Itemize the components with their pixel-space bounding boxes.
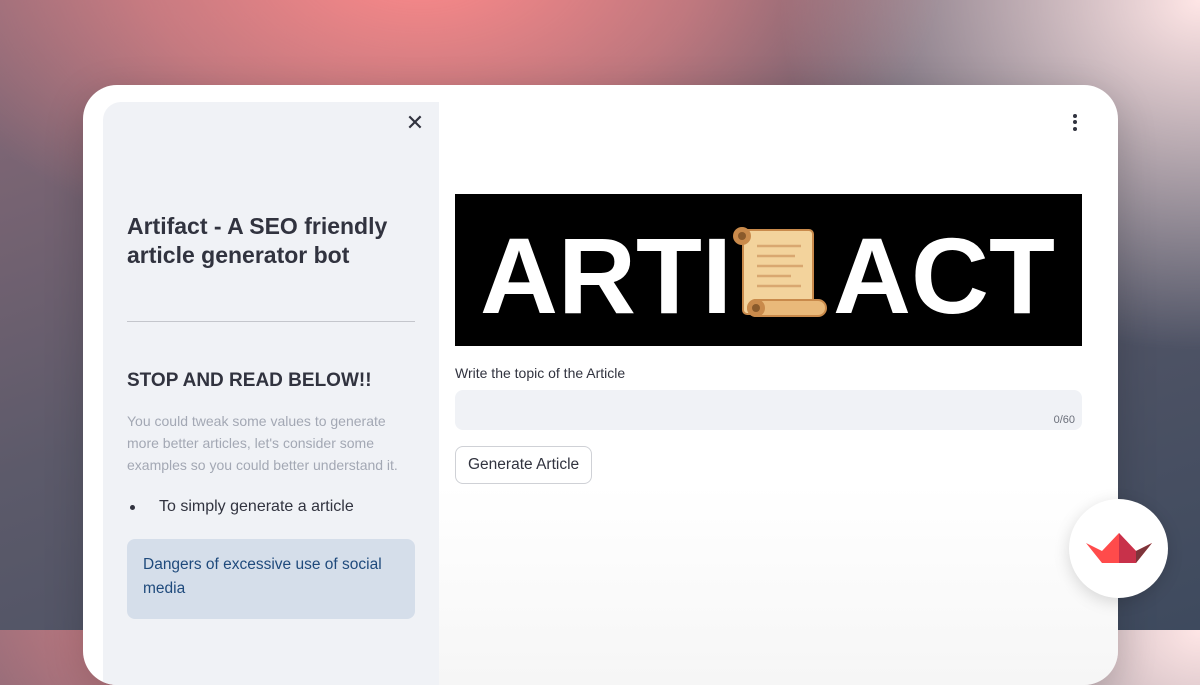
- banner-text-right: ACT: [833, 215, 1055, 336]
- generate-article-button[interactable]: Generate Article: [455, 446, 593, 484]
- topic-input-label: Write the topic of the Article: [455, 365, 626, 381]
- scroll-icon: [733, 227, 827, 317]
- close-icon[interactable]: ✕: [403, 112, 427, 136]
- kebab-menu-icon[interactable]: [1065, 112, 1085, 132]
- streamlit-crown-icon: [1085, 532, 1152, 563]
- topic-input[interactable]: [455, 390, 1082, 430]
- char-counter: 0/60: [1053, 414, 1075, 426]
- app-window: ✕ Artifact - A SEO friendly article gene…: [83, 85, 1118, 685]
- bullet-icon: [130, 504, 135, 510]
- artifact-banner: ARTI ACT: [455, 194, 1082, 346]
- banner-text-left: ARTI: [480, 215, 732, 336]
- sidebar-bullet-text: To simply generate a article: [159, 498, 354, 515]
- sidebar-title: Artifact - A SEO friendly article genera…: [127, 213, 388, 268]
- sidebar-bullet-item: To simply generate a article: [127, 498, 354, 516]
- sidebar-divider: [127, 321, 415, 322]
- example-info-box: Dangers of excessive use of social media: [127, 539, 415, 619]
- sidebar-heading: STOP AND READ BELOW!!: [127, 370, 372, 391]
- banner-logo: ARTI ACT: [480, 215, 1055, 336]
- streamlit-logo-icon[interactable]: [1069, 499, 1168, 598]
- content-fade: [439, 485, 1118, 685]
- sidebar-note: You could tweak some values to generate …: [127, 413, 398, 473]
- sidebar: ✕ Artifact - A SEO friendly article gene…: [103, 102, 439, 685]
